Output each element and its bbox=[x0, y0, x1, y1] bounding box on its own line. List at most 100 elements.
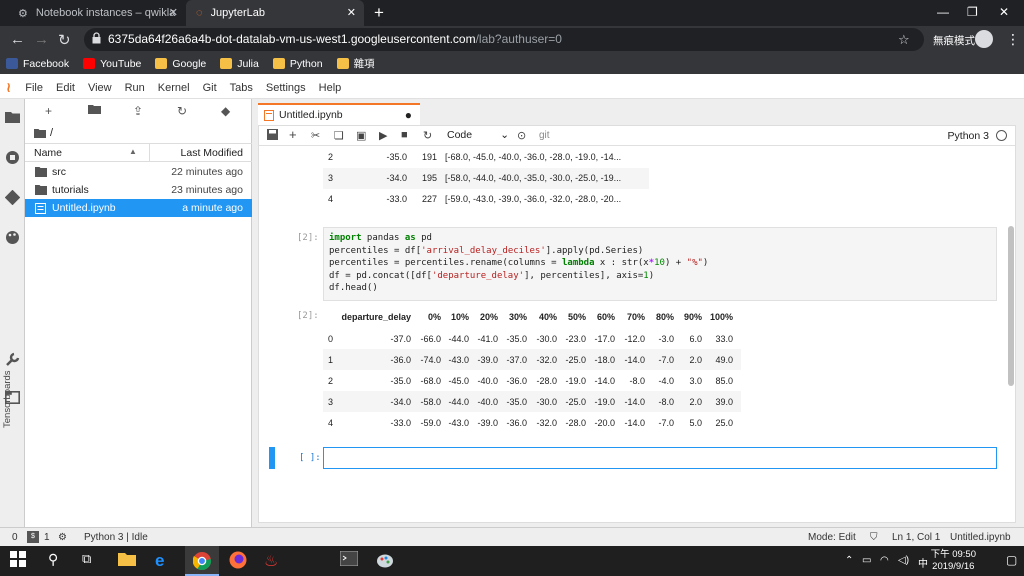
doc-tab-untitled[interactable]: Untitled.ipynb ● bbox=[258, 103, 420, 125]
search-icon[interactable]: ⚲ bbox=[48, 551, 68, 571]
kernel-status[interactable]: Python 3 | Idle bbox=[84, 532, 148, 543]
menu-kernel[interactable]: Kernel bbox=[158, 82, 190, 94]
cursor-position[interactable]: Ln 1, Col 1 bbox=[892, 532, 940, 543]
file-row-untitled-ipynb[interactable]: Untitled.ipynb a minute ago bbox=[25, 199, 252, 217]
refresh-icon[interactable]: ↻ bbox=[177, 104, 187, 118]
terminal-icon[interactable]: $ bbox=[27, 531, 39, 543]
app-icon[interactable]: ♨ bbox=[264, 551, 284, 571]
column-name[interactable]: Name bbox=[34, 147, 62, 159]
git-icon[interactable] bbox=[5, 190, 20, 205]
bookmark-facebook[interactable]: Facebook bbox=[6, 58, 69, 70]
menu-tabs[interactable]: Tabs bbox=[230, 82, 253, 94]
incognito-icon[interactable] bbox=[975, 30, 993, 48]
menu-settings[interactable]: Settings bbox=[266, 82, 306, 94]
close-icon[interactable]: ✕ bbox=[169, 6, 178, 19]
settings-icon[interactable]: ⚙ bbox=[58, 532, 67, 543]
windows-start-icon[interactable] bbox=[10, 551, 30, 571]
folder-icon[interactable] bbox=[34, 128, 46, 138]
ime-indicator[interactable]: 中 bbox=[918, 555, 928, 570]
menu-git[interactable]: Git bbox=[203, 82, 217, 94]
bookmark-misc[interactable]: 雜項 bbox=[336, 56, 375, 71]
restart-icon[interactable]: ↻ bbox=[423, 129, 432, 142]
browser-tab-strip: ⚙ Notebook instances – qwiklabs ✕ ◌ Jupy… bbox=[0, 0, 1024, 26]
browser-tab-notebook-instances[interactable]: ⚙ Notebook instances – qwiklabs ✕ bbox=[8, 0, 186, 26]
tray-chevron-icon[interactable]: ⌃ bbox=[845, 555, 853, 566]
run-icon[interactable]: ▶ bbox=[379, 129, 387, 142]
column-header: 60% bbox=[596, 312, 615, 322]
table-cell: 3.0 bbox=[689, 376, 702, 386]
breadcrumb-root[interactable]: / bbox=[50, 127, 53, 139]
browser-tab-jupyterlab[interactable]: ◌ JupyterLab ✕ bbox=[186, 0, 364, 26]
file-row-tutorials[interactable]: tutorials 23 minutes ago bbox=[25, 181, 252, 199]
new-folder-icon[interactable] bbox=[88, 104, 101, 114]
back-icon[interactable]: ← bbox=[10, 31, 25, 48]
file-row-src[interactable]: src 22 minutes ago bbox=[25, 163, 252, 181]
bookmark-google[interactable]: Google bbox=[155, 58, 206, 70]
bookmark-julia[interactable]: Julia bbox=[220, 58, 259, 70]
cell-type-select[interactable]: Code ⌄ bbox=[447, 129, 509, 141]
scrollbar-thumb[interactable] bbox=[1008, 226, 1014, 386]
new-tab-button[interactable]: + bbox=[374, 3, 384, 23]
network-icon[interactable]: ◠ bbox=[880, 555, 889, 566]
task-view-icon[interactable]: ⧉ bbox=[82, 551, 102, 571]
bookmark-python[interactable]: Python bbox=[272, 58, 323, 70]
upload-icon[interactable]: ⇪ bbox=[133, 104, 143, 118]
system-clock[interactable]: 下午 09:50 2019/9/16 bbox=[931, 549, 976, 573]
reload-icon[interactable]: ↻ bbox=[58, 31, 71, 49]
new-launcher-icon[interactable]: + bbox=[45, 104, 52, 118]
sort-caret-icon[interactable]: ▲ bbox=[129, 147, 137, 156]
lock-icon[interactable] bbox=[92, 32, 101, 44]
menu-edit[interactable]: Edit bbox=[56, 82, 75, 94]
bookmark-star-icon[interactable]: ☆ bbox=[898, 32, 910, 48]
prev-output-row: 2 -35.0 191 [-68.0, -45.0, -40.0, -36.0,… bbox=[323, 147, 649, 168]
stop-icon[interactable]: ■ bbox=[401, 129, 408, 141]
file-explorer-icon[interactable] bbox=[118, 551, 138, 571]
forward-icon[interactable]: → bbox=[34, 31, 49, 48]
code-string: 'arrival_delay_deciles' bbox=[421, 245, 546, 256]
kernel-name[interactable]: Python 3 bbox=[948, 130, 989, 142]
menu-file[interactable]: File bbox=[25, 82, 43, 94]
firefox-icon[interactable] bbox=[229, 551, 249, 571]
notebook-cells: 2 -35.0 191 [-68.0, -45.0, -40.0, -36.0,… bbox=[259, 147, 1015, 523]
folder-icon[interactable] bbox=[5, 110, 20, 125]
insert-cell-icon[interactable]: + bbox=[289, 127, 297, 142]
menu-run[interactable]: Run bbox=[125, 82, 145, 94]
terminal-app-icon[interactable] bbox=[340, 551, 360, 571]
restore-icon[interactable]: ❐ bbox=[967, 5, 978, 19]
paint-icon[interactable] bbox=[376, 551, 396, 571]
close-icon[interactable]: ✕ bbox=[347, 6, 356, 19]
column-last-modified[interactable]: Last Modified bbox=[181, 147, 243, 159]
code-cell-editor[interactable] bbox=[323, 447, 997, 469]
close-window-icon[interactable]: ✕ bbox=[999, 5, 1009, 19]
tabs-icon[interactable] bbox=[5, 391, 20, 406]
notification-icon[interactable]: ▢ bbox=[1006, 553, 1017, 567]
volume-icon[interactable]: ◁) bbox=[898, 555, 909, 566]
unsaved-dot-icon[interactable]: ● bbox=[405, 108, 412, 122]
cut-icon[interactable]: ✂ bbox=[311, 129, 320, 142]
bookmark-label: Julia bbox=[237, 57, 259, 70]
code-cell-input[interactable]: import pandas as pd percentiles = df['ar… bbox=[323, 227, 997, 301]
url-text[interactable]: 6375da64f26a6a4b-dot-datalab-vm-us-west1… bbox=[108, 32, 562, 46]
more-menu-icon[interactable]: ⋮ bbox=[1006, 31, 1020, 48]
running-icon[interactable] bbox=[5, 150, 20, 165]
battery-icon[interactable]: ▭ bbox=[862, 555, 871, 566]
git-clone-icon[interactable]: ◆ bbox=[221, 104, 230, 118]
copy-icon[interactable]: ❏ bbox=[334, 129, 344, 142]
save-icon[interactable] bbox=[267, 129, 278, 140]
edge-icon[interactable]: e bbox=[155, 551, 175, 571]
file-modified: a minute ago bbox=[182, 202, 243, 214]
minimize-icon[interactable]: — bbox=[937, 5, 949, 19]
chrome-taskbar-button[interactable] bbox=[185, 546, 219, 576]
wrench-icon[interactable] bbox=[5, 352, 20, 367]
palette-icon[interactable] bbox=[5, 230, 20, 245]
clock-icon[interactable]: ⊙ bbox=[517, 129, 526, 142]
git-label[interactable]: git bbox=[539, 130, 550, 141]
menu-help[interactable]: Help bbox=[319, 82, 342, 94]
menu-view[interactable]: View bbox=[88, 82, 112, 94]
table-cell: -8.0 bbox=[629, 376, 645, 386]
shield-icon[interactable]: ⛉ bbox=[870, 532, 878, 543]
paste-icon[interactable]: ▣ bbox=[356, 129, 366, 142]
bookmark-youtube[interactable]: YouTube bbox=[83, 58, 141, 70]
table-cell: -43.0 bbox=[448, 418, 469, 428]
column-header: 40% bbox=[538, 312, 557, 322]
